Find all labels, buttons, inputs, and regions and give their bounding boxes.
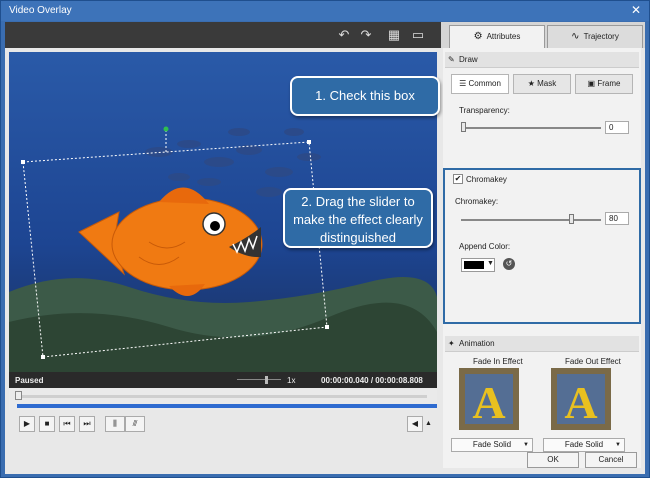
draw-section-header: ✎ Draw: [445, 52, 639, 68]
tab-trajectory[interactable]: ∿ Trajectory: [547, 25, 643, 48]
subtab-mask-label: Mask: [537, 79, 557, 88]
speed-thumb[interactable]: [265, 376, 268, 384]
chevron-down-icon: ▼: [615, 442, 621, 448]
subtab-common[interactable]: ☰ Common: [451, 74, 509, 94]
resize-handle-bl[interactable]: [41, 355, 45, 359]
tab-attributes-label: Attributes: [486, 32, 521, 41]
fade-out-select[interactable]: Fade Solid ▼: [543, 438, 625, 452]
resize-handle-tl[interactable]: [21, 160, 25, 164]
attributes-icon: ⚙: [473, 31, 483, 42]
playback-status-bar: Paused 1x 00:00:00.040 / 00:00:08.808: [9, 372, 437, 388]
fade-in-thumb: A: [459, 368, 519, 430]
fade-out-value: Fade Solid: [564, 440, 604, 449]
fade-in-select[interactable]: Fade Solid ▼: [451, 438, 533, 452]
transparency-thumb[interactable]: [461, 122, 466, 132]
fade-out-letter: A: [564, 377, 597, 428]
chevron-down-icon: ▼: [523, 442, 529, 448]
play-icon[interactable]: ▶: [19, 416, 35, 432]
tab-bar: ⚙ Attributes ∿ Trajectory: [441, 22, 645, 48]
volume-icon[interactable]: ◀: [407, 416, 423, 432]
animation-header-label: Animation: [459, 339, 495, 348]
playback-state: Paused: [15, 376, 44, 385]
snapshot-icon[interactable]: ⫻: [125, 416, 145, 432]
fade-out-preview[interactable]: A: [551, 368, 611, 430]
chromakey-thumb[interactable]: [569, 214, 574, 224]
screen-icon[interactable]: ▭: [409, 26, 427, 44]
transparency-label: Transparency:: [459, 106, 510, 115]
close-icon[interactable]: ✕: [631, 3, 641, 17]
stop-icon[interactable]: ■: [39, 416, 55, 432]
color-swatch: [464, 261, 484, 269]
chromakey-label: Chromakey:: [455, 197, 499, 206]
chevron-down-icon: ▼: [487, 260, 494, 267]
clip-range-bar[interactable]: [17, 404, 437, 408]
transparency-slider[interactable]: [461, 127, 601, 129]
rotate-handle[interactable]: [163, 126, 169, 132]
playback-controls: ▶ ■ ⏮ ⏭ ⫼ ⫻ ◀ ▲: [9, 414, 437, 436]
window-title: Video Overlay: [9, 5, 72, 16]
draw-icon: ✎: [448, 55, 455, 64]
speed-label: 1x: [287, 376, 296, 385]
timeline[interactable]: [9, 388, 437, 410]
preview-toolbar: ↶ ↷ ▦ ▭: [5, 22, 441, 48]
video-overlay-window: Video Overlay ✕ ↶ ↷ ▦ ▭ ⚙ Attributes ∿ Tra…: [0, 0, 650, 478]
subtab-common-label: Common: [468, 79, 501, 88]
animation-section-header: ✦ Animation: [445, 336, 639, 352]
volume-dropdown-icon[interactable]: ▲: [425, 420, 432, 427]
chromakey-checkbox[interactable]: ✔: [453, 174, 463, 184]
subtab-frame-label: Frame: [597, 79, 621, 88]
append-color-picker[interactable]: ▼: [461, 258, 495, 272]
draw-header-label: Draw: [459, 55, 478, 64]
reset-color-icon[interactable]: ↺: [503, 258, 515, 270]
chromakey-input[interactable]: 80: [605, 212, 629, 225]
attributes-panel: ✎ Draw ☰ Common ★ Mask ▣ Frame Transpare…: [443, 48, 641, 468]
resize-handle-tr[interactable]: [307, 140, 311, 144]
animation-icon: ✦: [448, 339, 455, 348]
fade-in-value: Fade Solid: [472, 440, 512, 449]
subtab-mask[interactable]: ★ Mask: [513, 74, 571, 94]
time-display: 00:00:00.040 / 00:00:08.808: [321, 376, 423, 385]
tab-trajectory-label: Trajectory: [583, 32, 619, 41]
fade-out-thumb: A: [551, 368, 611, 430]
chromakey-slider[interactable]: [461, 219, 601, 221]
append-color-label: Append Color:: [459, 242, 511, 251]
subtab-frame[interactable]: ▣ Frame: [575, 74, 633, 94]
timeline-track: [17, 395, 427, 398]
speed-slider[interactable]: [237, 379, 281, 380]
ok-button[interactable]: OK: [527, 452, 579, 468]
fade-in-title: Fade In Effect: [473, 357, 523, 366]
callout-step1: 1. Check this box: [290, 76, 440, 116]
fade-in-preview[interactable]: A: [459, 368, 519, 430]
split-icon[interactable]: ⫼: [105, 416, 125, 432]
grid-icon[interactable]: ▦: [385, 26, 403, 44]
callout-step2: 2. Drag the slider to make the effect cl…: [283, 188, 433, 248]
timeline-playhead[interactable]: [15, 391, 22, 400]
chromakey-checkbox-label: Chromakey: [466, 175, 507, 184]
tab-attributes[interactable]: ⚙ Attributes: [449, 25, 545, 48]
fade-out-title: Fade Out Effect: [565, 357, 621, 366]
previous-frame-icon[interactable]: ⏮: [59, 416, 75, 432]
fade-in-letter: A: [472, 377, 505, 428]
dialog-client: ↶ ↷ ▦ ▭ ⚙ Attributes ∿ Trajectory 1. Che…: [5, 22, 645, 474]
transparency-input[interactable]: 0: [605, 121, 629, 134]
cancel-button[interactable]: Cancel: [585, 452, 637, 468]
title-bar: Video Overlay ✕: [1, 1, 649, 21]
trajectory-icon: ∿: [571, 31, 580, 42]
next-frame-icon[interactable]: ⏭: [79, 416, 95, 432]
frame-icon: ▣: [587, 79, 598, 88]
undo-icon[interactable]: ↶: [335, 26, 353, 44]
redo-icon[interactable]: ↷: [357, 26, 375, 44]
resize-handle-br[interactable]: [325, 325, 329, 329]
mask-icon: ★: [527, 79, 538, 88]
